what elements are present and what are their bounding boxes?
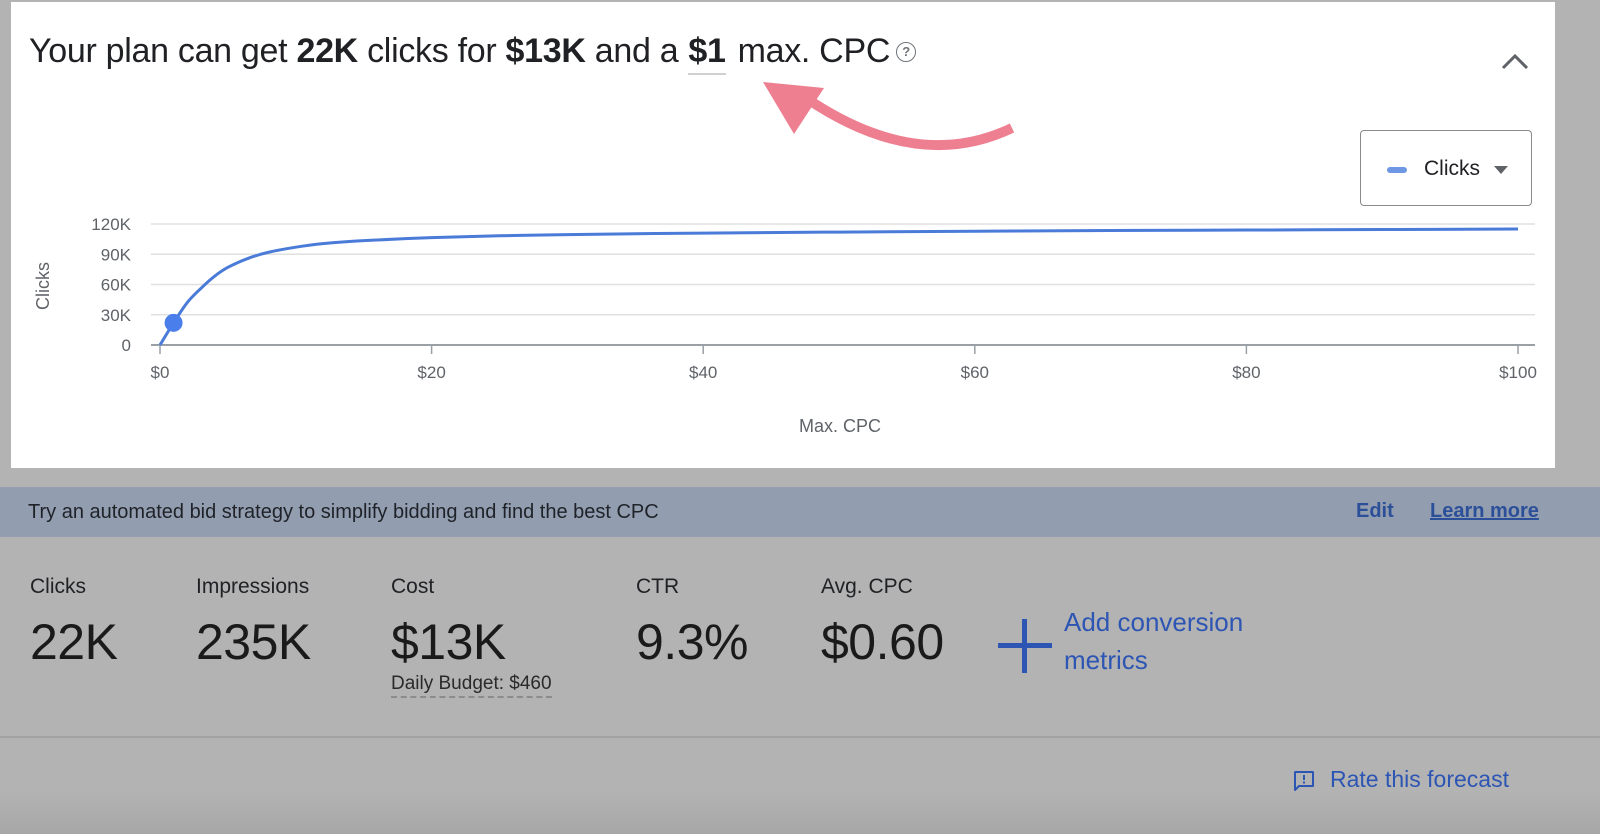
- stat-avg-cpc: Avg. CPC $0.60: [821, 575, 944, 671]
- stat-ctr: CTR 9.3%: [636, 575, 748, 671]
- x-axis-label: Max. CPC: [799, 416, 881, 436]
- plus-icon: [998, 619, 1052, 673]
- stat-name: Avg. CPC: [821, 575, 913, 598]
- add-conversion-label: Add conversion metrics: [1064, 607, 1244, 675]
- stat-value: $13K: [391, 614, 506, 670]
- daily-budget-link[interactable]: Daily Budget: $460: [391, 673, 552, 698]
- x-tick-label: $60: [961, 363, 989, 382]
- y-tick-label: 0: [122, 336, 131, 355]
- x-tick-label: $100: [1499, 363, 1537, 382]
- feedback-icon: [1294, 771, 1314, 791]
- bid-strategy-banner: Try an automated bid strategy to simplif…: [0, 487, 1600, 537]
- banner-message: Try an automated bid strategy to simplif…: [28, 501, 659, 523]
- stat-value: 235K: [196, 614, 311, 670]
- stat-cost: Cost $13K Daily Budget: $460: [391, 575, 552, 698]
- stat-impressions: Impressions 235K: [196, 575, 311, 671]
- x-tick-label: $40: [689, 363, 717, 382]
- current-bid-point[interactable]: [164, 313, 183, 332]
- y-tick-label: 90K: [101, 245, 132, 264]
- stat-name: Clicks: [30, 575, 86, 598]
- stat-name: CTR: [636, 575, 680, 598]
- rate-forecast-label: Rate this forecast: [1330, 766, 1509, 792]
- series-line-clicks: [158, 227, 1519, 346]
- stat-name: Cost: [391, 575, 435, 598]
- forecast-stats: Clicks 22K Impressions 235K Cost $13K Da…: [0, 537, 1600, 737]
- y-tick-label: 60K: [101, 276, 132, 295]
- y-tick-label: 30K: [101, 306, 132, 325]
- stat-clicks: Clicks 22K: [30, 575, 118, 671]
- stat-name: Impressions: [196, 575, 310, 598]
- forecast-card: Your plan can get 22K clicks for $13K an…: [11, 2, 1555, 468]
- x-tick-label: $0: [151, 363, 170, 382]
- forecast-footer: Rate this forecast: [0, 738, 1600, 834]
- y-tick-label: 120K: [91, 215, 131, 234]
- x-tick-label: $80: [1232, 363, 1260, 382]
- y-axis-label: Clicks: [33, 262, 53, 310]
- stat-value: 9.3%: [636, 614, 748, 670]
- x-tick-label: $20: [417, 363, 445, 382]
- learn-more-link[interactable]: Learn more: [1430, 500, 1539, 523]
- clicks-vs-maxcpc-chart: $0 $20 $40 $60 $80 $100 0 30K 60K 90K 120K Clicks…: [33, 215, 1537, 436]
- edit-link[interactable]: Edit: [1356, 500, 1394, 523]
- stat-value: 22K: [30, 614, 118, 670]
- stat-value: $0.60: [821, 614, 944, 670]
